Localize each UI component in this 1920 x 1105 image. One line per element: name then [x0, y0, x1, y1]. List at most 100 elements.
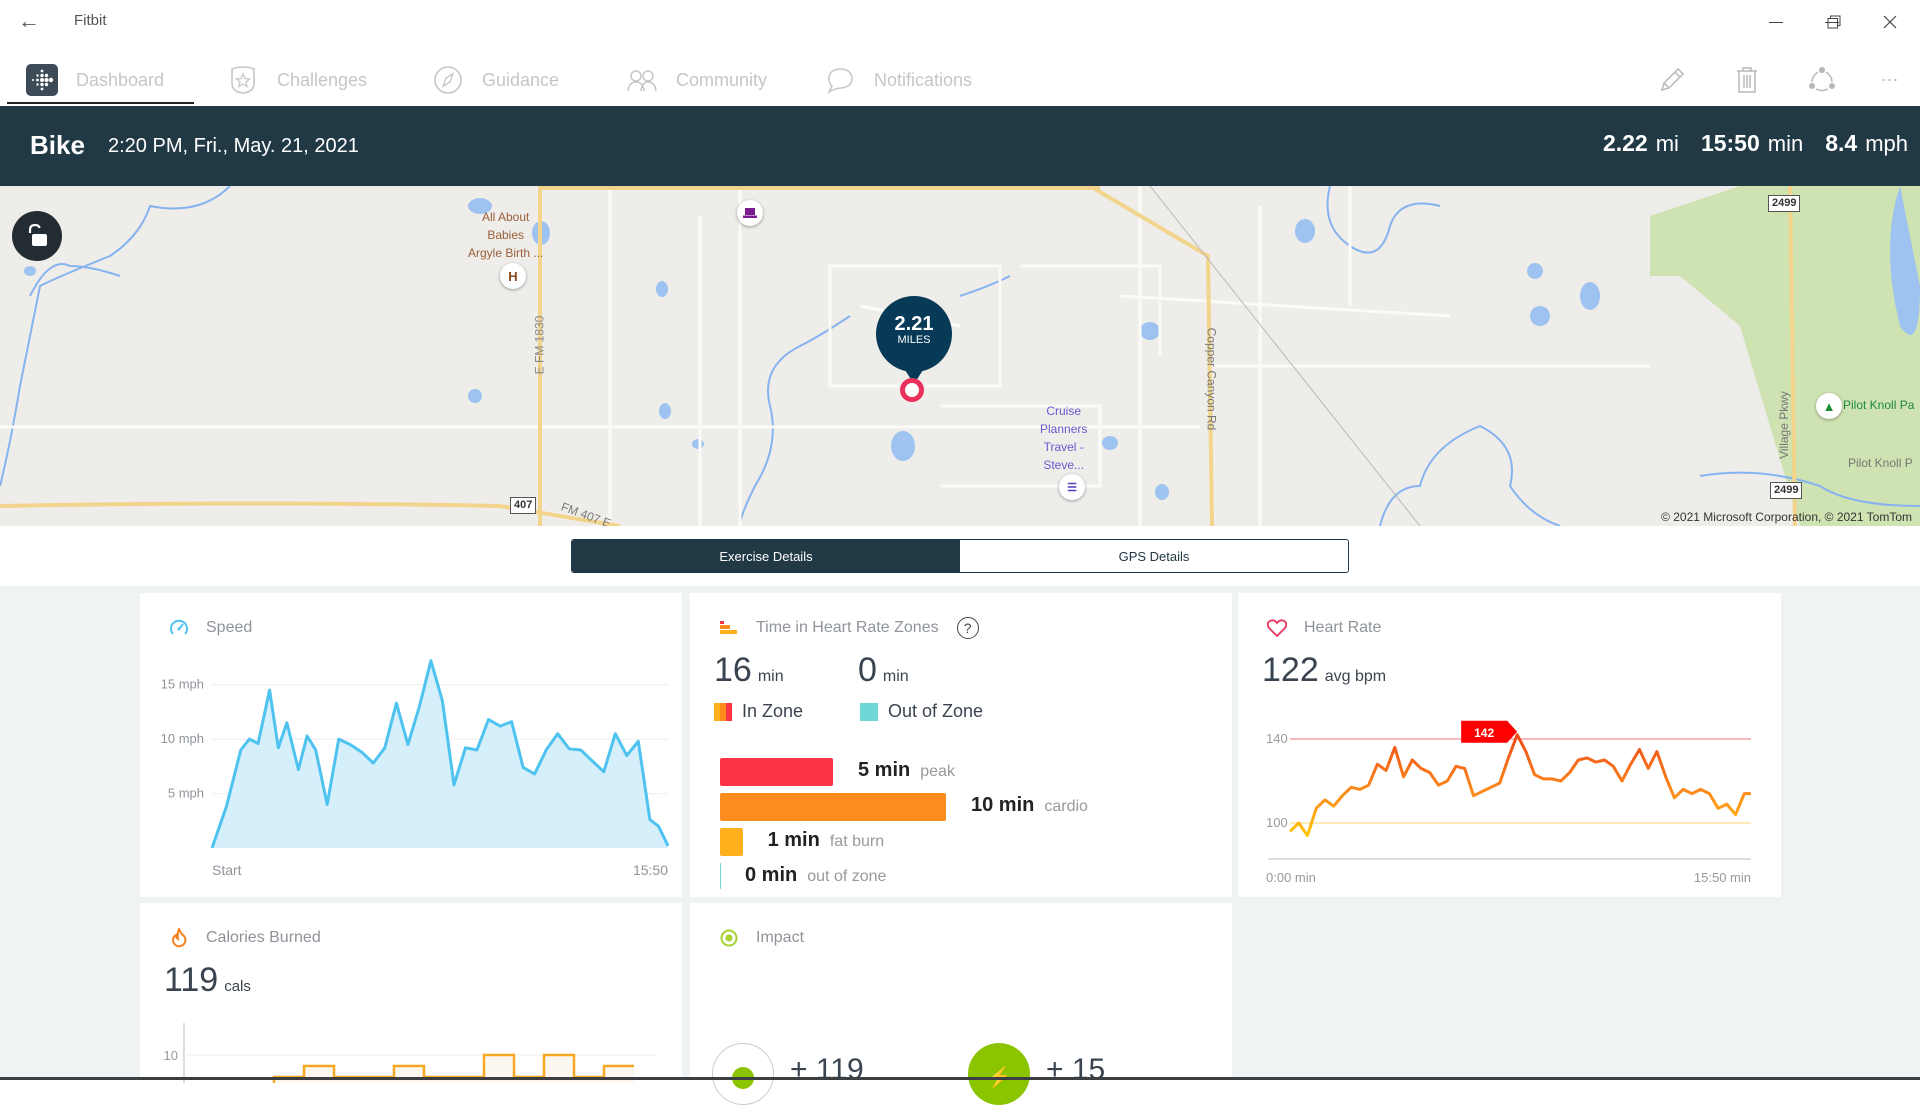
route-shield-2499-top: 2499	[1768, 195, 1801, 212]
park-label-1: Pilot Knoll Pa	[1843, 398, 1915, 412]
nav-challenges[interactable]: Challenges	[227, 63, 367, 97]
target-icon	[718, 927, 740, 949]
nav-community-label: Community	[676, 69, 768, 90]
route-shield-2499-bottom: 2499	[1770, 482, 1803, 499]
out-zone-swatch	[860, 702, 878, 721]
duration-stat: 15:50 min	[1701, 130, 1803, 157]
zone-name: peak	[920, 763, 955, 780]
zone-bar-cardio	[720, 793, 946, 821]
zones-card-title: Time in Heart Rate Zones ?	[718, 617, 979, 639]
more-icon: ⋯	[1880, 69, 1900, 90]
fitbit-logo-icon	[26, 64, 58, 96]
park-pin[interactable]: ▲	[1816, 393, 1842, 419]
more-button[interactable]: ⋯	[1872, 62, 1908, 98]
poi-label-babies: All About Babies Argyle Birth ...	[468, 210, 544, 260]
nav-notifications-label: Notifications	[874, 69, 973, 90]
in-zone-legend: In Zone	[714, 701, 803, 722]
nav-community[interactable]: Community	[626, 63, 767, 97]
duration-unit: min	[1767, 131, 1804, 156]
title-bar: ← Fitbit	[0, 0, 1920, 44]
nav-notifications[interactable]: Notifications	[824, 63, 972, 97]
distance-marker: 2.21 MILES	[876, 296, 952, 384]
zone-value: 1 min	[767, 829, 820, 851]
zone-value: 5 min	[858, 759, 911, 781]
star-badge-icon	[227, 64, 259, 96]
poi-label-cruise: Cruise Planners Travel - Steve...	[1040, 404, 1088, 472]
exercise-datetime: 2:20 PM, Fri., May. 21, 2021	[108, 135, 359, 157]
shop-pin[interactable]	[737, 200, 763, 226]
route-endpoint	[900, 378, 924, 402]
active-impact-value: + 15	[1046, 1053, 1106, 1086]
zone-row-label: 0 min out of zone	[745, 864, 886, 887]
share-button[interactable]	[1804, 62, 1840, 98]
edit-button[interactable]	[1654, 62, 1690, 98]
heart-zones-card: Time in Heart Rate Zones ? 16 min In Zone…	[690, 593, 1232, 897]
zone-value: 0 min	[745, 864, 798, 886]
tab-gps-details[interactable]: GPS Details	[960, 540, 1348, 572]
unlock-icon	[28, 224, 47, 246]
route-shield-407: 407	[510, 497, 537, 514]
hospital-icon: H	[508, 268, 518, 284]
zones-bar-icon	[718, 617, 740, 639]
duration-value: 15:50	[1700, 130, 1760, 156]
nav-guidance[interactable]: Guidance	[432, 63, 559, 97]
close-icon	[1883, 15, 1897, 29]
details-toggle: Exercise Details GPS Details	[571, 539, 1349, 573]
calorie-bar	[304, 1066, 334, 1083]
y-tick-10: 10	[164, 1048, 178, 1063]
zone-bar-peak	[720, 758, 833, 786]
speed-value: 8.4	[1825, 130, 1858, 156]
zone-row-label: 10 min cardio	[971, 794, 1088, 817]
calorie-bar	[604, 1066, 634, 1083]
compass-icon	[432, 64, 464, 96]
tab-exercise-details[interactable]: Exercise Details	[572, 540, 960, 572]
impact-card-title: Impact	[718, 927, 804, 949]
nav-challenges-label: Challenges	[277, 69, 368, 90]
distance-unit: mi	[1655, 131, 1679, 156]
delete-button[interactable]	[1729, 62, 1765, 98]
x-tick-end: 15:50	[633, 862, 668, 878]
speed-stat: 8.4 mph	[1825, 130, 1908, 157]
restore-button[interactable]	[1812, 6, 1856, 38]
back-button[interactable]: ←	[18, 8, 40, 34]
impact-card: Impact + 119 ⚡ + 15	[690, 903, 1232, 1105]
zone-value: 10 min	[971, 794, 1035, 816]
hospital-pin[interactable]: H	[500, 263, 526, 289]
pencil-icon	[1660, 67, 1685, 92]
main-nav: Dashboard Challenges Guidance Community …	[0, 55, 1920, 106]
nav-dashboard[interactable]: Dashboard	[26, 63, 164, 97]
x-tick-end: 15:50 min	[1694, 870, 1751, 885]
exercise-type: Bike	[30, 130, 85, 160]
y-tick-140: 140	[1266, 731, 1288, 746]
trash-icon	[1737, 67, 1757, 93]
route-map[interactable]: All About Babies Argyle Birth ... H Cruise…	[0, 186, 1920, 526]
help-icon[interactable]: ?	[956, 617, 979, 639]
zone-bar-out-of-zone	[720, 863, 721, 889]
zone-row-label: 1 min fat burn	[768, 829, 885, 852]
share-icon	[1809, 67, 1835, 92]
road-label-copper-canyon: Copper Canyon Rd	[1204, 327, 1219, 431]
y-tick-label: 15 mph	[161, 677, 204, 692]
calorie-bar	[394, 1066, 424, 1083]
map-lock-button[interactable]	[12, 211, 62, 261]
minimize-button[interactable]	[1754, 6, 1798, 38]
nav-guidance-label: Guidance	[482, 69, 560, 90]
nav-dashboard-label: Dashboard	[76, 69, 165, 90]
road-label-village-pkwy: Village Pkwy	[1776, 391, 1791, 459]
speed-card: Speed 5 mph 10 mph 15 mph Start 15:50	[140, 593, 682, 897]
map-base	[0, 186, 1920, 526]
exercise-header: Bike 2:20 PM, Fri., May. 21, 2021 2.22 mi…	[0, 106, 1920, 186]
bed-icon: ☰	[1067, 481, 1077, 494]
exercise-summary: 2.22 mi 15:50 min 8.4 mph	[1603, 130, 1908, 157]
heart-rate-line	[1288, 733, 1751, 838]
y-tick-100: 100	[1266, 815, 1288, 830]
hotel-pin[interactable]: ☰	[1059, 474, 1085, 500]
x-tick-start: 0:00 min	[1266, 870, 1316, 885]
close-button[interactable]	[1868, 6, 1912, 38]
active-tab-indicator	[7, 102, 194, 104]
zone-name: out of zone	[807, 868, 887, 885]
heart-rate-card: Heart Rate 122 avg bpm 140 100 142 0:00 min 1…	[1238, 593, 1781, 897]
chat-bubble-icon	[824, 64, 856, 96]
heart-rate-chart: 140 100 142 0:00 min 15:50 min	[1266, 720, 1751, 885]
speed-chart: 5 mph 10 mph 15 mph Start 15:50	[161, 659, 670, 878]
